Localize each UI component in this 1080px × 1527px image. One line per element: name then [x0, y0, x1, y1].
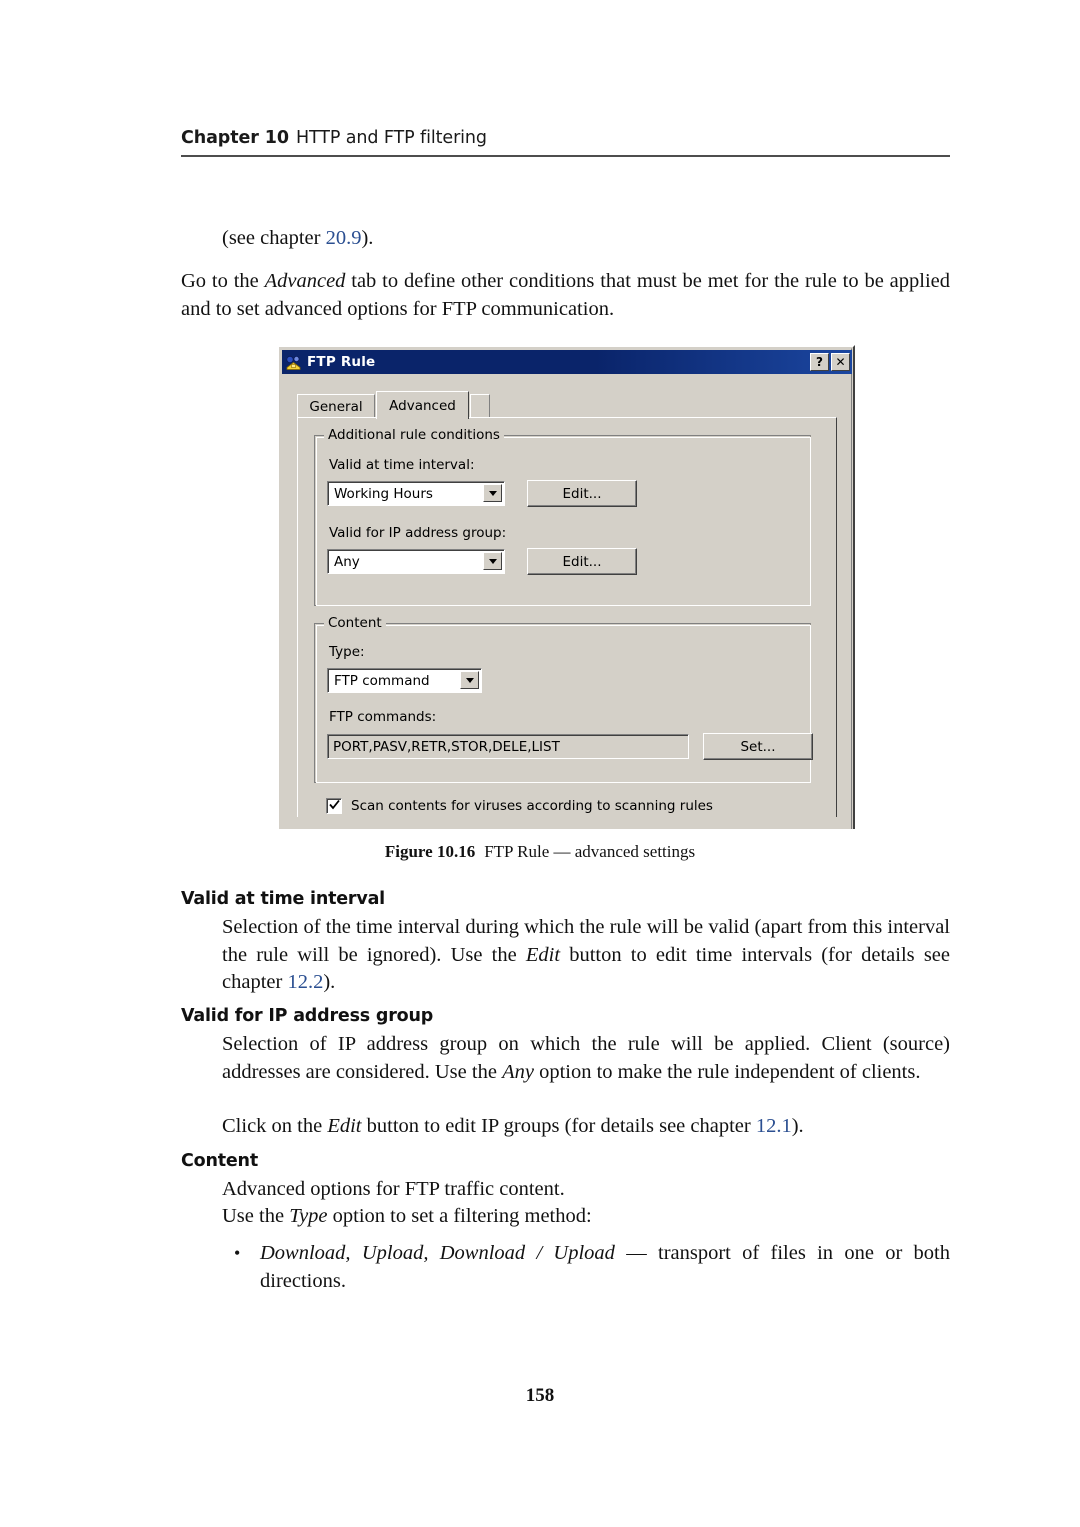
- time-interval-combobox[interactable]: Working Hours: [327, 481, 505, 506]
- section-1b-edit-emphasis: Edit: [327, 1115, 362, 1137]
- label-ftp-commands: FTP commands:: [329, 709, 437, 725]
- time-interval-edit-label: Edit...: [562, 485, 602, 502]
- running-header: Chapter 10 HTTP and FTP filtering: [181, 128, 950, 148]
- checkmark-icon: [329, 799, 340, 810]
- ip-group-edit-label: Edit...: [562, 553, 602, 570]
- section-1b-text-b: button to edit IP groups (for details se…: [361, 1115, 756, 1137]
- chapter-reference-12-1[interactable]: 12.1: [756, 1115, 792, 1137]
- arrow-glyph: [465, 677, 474, 683]
- figure-caption: Figure 10.16 FTP Rule — advanced settings: [0, 842, 1080, 862]
- bullet-modes-emphasis: Download, Upload, Download / Upload: [260, 1242, 615, 1264]
- section-0-edit-emphasis: Edit: [525, 943, 561, 966]
- bullet-content: Download, Upload, Download / Upload — tr…: [260, 1240, 950, 1295]
- arrow-glyph: [488, 490, 497, 496]
- help-button[interactable]: ?: [810, 353, 829, 371]
- bullet-icon: •: [234, 1243, 241, 1263]
- dialog-titlebar[interactable]: FTP Rule ? ✕: [282, 350, 852, 374]
- scan-for-viruses-label: Scan contents for viruses according to s…: [351, 798, 713, 814]
- dialog-title: FTP Rule: [307, 354, 376, 370]
- header-line: Chapter 10 HTTP and FTP filtering: [181, 128, 950, 148]
- chevron-down-icon[interactable]: [483, 484, 502, 502]
- section-1-paragraph: Selection of IP address group on which t…: [222, 1031, 950, 1086]
- label-type: Type:: [329, 644, 365, 660]
- section-heading-content: Content: [181, 1151, 258, 1171]
- section-1-text-b: option to make the rule independent of c…: [533, 1060, 921, 1083]
- section-heading-valid-at-time-interval: Valid at time interval: [181, 889, 385, 909]
- intro-paragraph: Go to the Advanced tab to define other c…: [181, 268, 950, 323]
- section-2-paragraph: Advanced options for FTP traffic content…: [222, 1176, 950, 1204]
- ftp-commands-value: PORT,PASV,RETR,STOR,DELE,LIST: [333, 738, 560, 755]
- group-content: Content Type: FTP command FTP commands: …: [314, 615, 813, 783]
- section-1b-text-a: Click on the: [222, 1115, 328, 1137]
- dialog-tabstrip: General Advanced: [297, 391, 837, 419]
- arrow-glyph: [488, 558, 497, 564]
- section-2b-text-a: Use the: [222, 1205, 290, 1227]
- group-content-legend: Content: [324, 615, 386, 631]
- group-additional-rule-conditions: Additional rule conditions Valid at time…: [314, 427, 811, 606]
- ftp-rule-dialog[interactable]: FTP Rule ? ✕ General Advanced Additional…: [277, 345, 855, 829]
- time-interval-edit-button[interactable]: Edit...: [527, 480, 637, 507]
- list-item: • Download, Upload, Download / Upload — …: [234, 1240, 950, 1295]
- time-interval-value: Working Hours: [334, 485, 433, 502]
- section-1b-text-c: ).: [791, 1115, 804, 1137]
- header-divider: [181, 155, 950, 157]
- page-number: 158: [525, 1385, 555, 1406]
- label-valid-at-time-interval: Valid at time interval:: [329, 457, 475, 473]
- group-conditions-legend: Additional rule conditions: [324, 427, 504, 443]
- label-valid-for-ip-address-group: Valid for IP address group:: [329, 525, 507, 541]
- chapter-reference-12-2[interactable]: 12.2: [287, 971, 323, 993]
- intro-text-a: Go to the: [181, 270, 265, 292]
- section-0-paragraph: Selection of the time interval during wh…: [222, 914, 950, 997]
- section-0-text-c: ).: [323, 971, 336, 993]
- ftp-commands-input[interactable]: PORT,PASV,RETR,STOR,DELE,LIST: [327, 734, 689, 759]
- intro-advanced-emphasis: Advanced: [264, 270, 346, 292]
- advanced-tab-panel: Additional rule conditions Valid at time…: [297, 417, 837, 817]
- document-page: Chapter 10 HTTP and FTP filtering (see ch…: [0, 0, 1080, 1527]
- tab-advanced-label: Advanced: [389, 397, 456, 414]
- tabstrip-end-cap: [470, 394, 490, 418]
- section-2-paragraph-2: Use the Type option to set a filtering m…: [222, 1203, 950, 1231]
- chevron-down-icon[interactable]: [460, 671, 479, 689]
- ftp-commands-set-label: Set...: [740, 738, 776, 755]
- see-chapter-suffix: ).: [361, 227, 374, 249]
- section-2b-type-emphasis: Type: [289, 1205, 328, 1227]
- see-chapter-prefix: (see chapter: [222, 227, 326, 249]
- scan-for-viruses-checkbox-row[interactable]: Scan contents for viruses according to s…: [326, 798, 713, 814]
- scan-for-viruses-checkbox[interactable]: [326, 798, 342, 814]
- content-type-combobox[interactable]: FTP command: [327, 668, 482, 693]
- header-chapter-number: Chapter 10: [181, 128, 289, 148]
- figure-caption-text: FTP Rule — advanced settings: [484, 842, 696, 861]
- section-2b-text-b: option to set a filtering method:: [327, 1205, 592, 1227]
- content-type-value: FTP command: [334, 672, 430, 689]
- tab-advanced[interactable]: Advanced: [376, 391, 469, 419]
- section-1-paragraph-2: Click on the Edit button to edit IP grou…: [222, 1113, 950, 1141]
- titlebar-buttons: ? ✕: [810, 353, 850, 371]
- ip-group-combobox[interactable]: Any: [327, 549, 505, 574]
- figure-caption-label: Figure 10.16: [384, 842, 476, 861]
- chapter-reference-20-9[interactable]: 20.9: [326, 227, 362, 249]
- ip-group-edit-button[interactable]: Edit...: [527, 548, 637, 575]
- ftp-commands-set-button[interactable]: Set...: [703, 733, 813, 760]
- section-1-any-emphasis: Any: [502, 1060, 534, 1083]
- tab-general-label: General: [309, 398, 363, 415]
- header-chapter-title: HTTP and FTP filtering: [295, 128, 487, 148]
- close-icon[interactable]: ✕: [831, 353, 850, 371]
- section-heading-valid-for-ip-address-group: Valid for IP address group: [181, 1006, 434, 1026]
- tab-general[interactable]: General: [297, 394, 375, 418]
- see-chapter-line: (see chapter 20.9).: [222, 225, 942, 253]
- chevron-down-icon[interactable]: [483, 552, 502, 570]
- ftp-rule-icon: [285, 354, 302, 371]
- ip-group-value: Any: [334, 553, 360, 570]
- section-2-text-a: Advanced options for FTP traffic content…: [222, 1178, 565, 1200]
